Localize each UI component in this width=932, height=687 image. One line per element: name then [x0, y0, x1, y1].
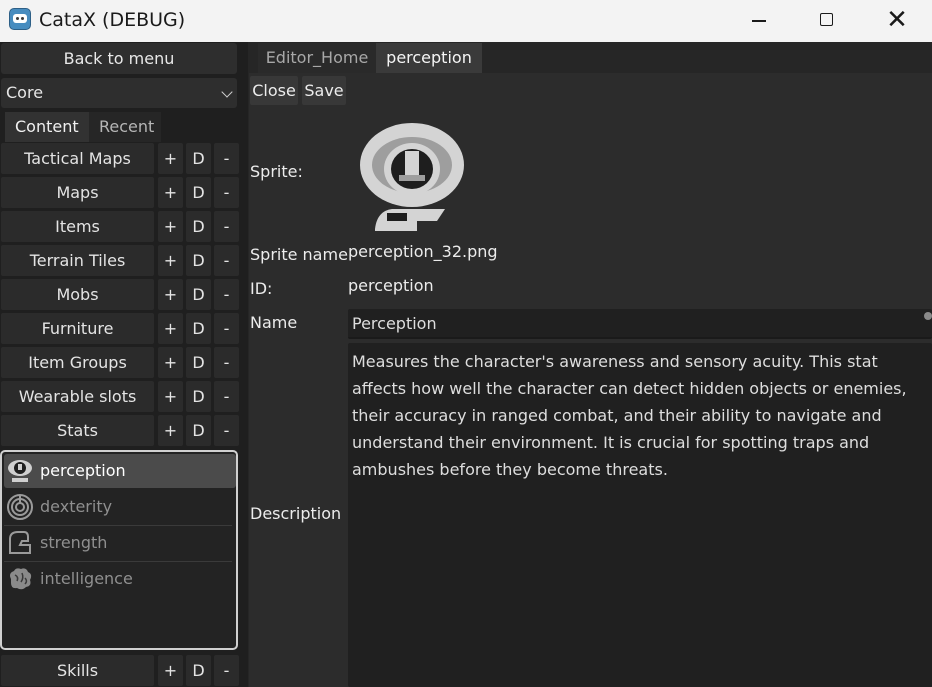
duplicate-button[interactable]: D — [186, 415, 211, 446]
delete-button[interactable]: - — [214, 381, 239, 412]
content-sidebar: Back to menu Core Content Recent Tactica… — [0, 42, 248, 687]
delete-button[interactable]: - — [214, 313, 239, 344]
editor-area: Editor_Home perception Close Save Sprite… — [248, 42, 932, 687]
sprite-name-value[interactable]: perception_32.png — [348, 242, 498, 261]
add-button[interactable]: + — [158, 313, 183, 344]
stats-list: perception dexterity strength intelligen… — [0, 450, 238, 650]
duplicate-button[interactable]: D — [186, 347, 211, 378]
add-button[interactable]: + — [158, 655, 183, 686]
scroll-handle[interactable] — [924, 312, 932, 320]
category-skills[interactable]: Skills — [1, 655, 154, 686]
tab-content[interactable]: Content — [5, 112, 89, 142]
minimize-icon — [752, 20, 766, 22]
description-textarea[interactable]: Measures the character's awareness and s… — [348, 343, 932, 687]
close-icon: ✕ — [886, 5, 908, 35]
arm-icon — [9, 531, 31, 554]
close-window-button[interactable]: ✕ — [862, 0, 932, 42]
category-item-groups[interactable]: Item Groups — [1, 347, 154, 378]
name-input-value: Perception — [352, 314, 437, 333]
list-item-strength[interactable]: strength — [4, 526, 232, 560]
save-button[interactable]: Save — [302, 76, 346, 105]
category-stats[interactable]: Stats — [1, 415, 154, 446]
duplicate-button[interactable]: D — [186, 143, 211, 174]
category-furniture[interactable]: Furniture — [1, 313, 154, 344]
list-item-perception[interactable]: perception — [4, 454, 236, 488]
delete-button[interactable]: - — [214, 415, 239, 446]
name-input[interactable]: Perception — [348, 309, 932, 339]
close-button[interactable]: Close — [250, 76, 298, 105]
duplicate-button[interactable]: D — [186, 245, 211, 276]
category-mobs[interactable]: Mobs — [1, 279, 154, 310]
sprite-name-label: Sprite name — [250, 245, 348, 264]
duplicate-button[interactable]: D — [186, 211, 211, 242]
maximize-icon — [820, 13, 833, 26]
add-button[interactable]: + — [158, 381, 183, 412]
category-terrain-tiles[interactable]: Terrain Tiles — [1, 245, 154, 276]
delete-button[interactable]: - — [214, 279, 239, 310]
duplicate-button[interactable]: D — [186, 279, 211, 310]
delete-button[interactable]: - — [214, 177, 239, 208]
duplicate-button[interactable]: D — [186, 313, 211, 344]
title-bar: CataX (DEBUG) ✕ — [0, 0, 932, 42]
delete-button[interactable]: - — [214, 245, 239, 276]
tab-recent[interactable]: Recent — [89, 112, 161, 142]
list-item-label: intelligence — [40, 569, 133, 588]
maximize-button[interactable] — [792, 0, 862, 42]
stat-editor-panel: Close Save Sprite: Sprite name perceptio… — [249, 73, 932, 687]
window-title: CataX (DEBUG) — [39, 9, 186, 31]
mod-select-value: Core — [6, 83, 44, 102]
godot-app-icon — [9, 8, 31, 30]
add-button[interactable]: + — [158, 415, 183, 446]
sprite-label: Sprite: — [250, 162, 303, 181]
chevron-down-icon — [221, 86, 233, 98]
category-tactical-maps[interactable]: Tactical Maps — [1, 143, 154, 174]
sprite-preview-eye-icon[interactable] — [357, 121, 467, 236]
delete-button[interactable]: - — [214, 347, 239, 378]
eye-icon — [8, 460, 32, 482]
add-button[interactable]: + — [158, 143, 183, 174]
description-label: Description — [250, 504, 342, 523]
delete-button[interactable]: - — [214, 655, 239, 686]
add-button[interactable]: + — [158, 279, 183, 310]
category-items[interactable]: Items — [1, 211, 154, 242]
id-value: perception — [348, 276, 434, 295]
duplicate-button[interactable]: D — [186, 655, 211, 686]
back-to-menu-button[interactable]: Back to menu — [1, 43, 237, 74]
list-item-intelligence[interactable]: intelligence — [4, 562, 232, 596]
list-item-label: dexterity — [40, 497, 113, 516]
duplicate-button[interactable]: D — [186, 177, 211, 208]
list-item-dexterity[interactable]: dexterity — [4, 490, 232, 524]
add-button[interactable]: + — [158, 211, 183, 242]
tab-perception[interactable]: perception — [376, 43, 482, 73]
name-label: Name — [250, 313, 298, 332]
tab-editor-home[interactable]: Editor_Home — [258, 43, 376, 73]
list-item-label: strength — [40, 533, 108, 552]
list-item-label: perception — [40, 461, 126, 480]
add-button[interactable]: + — [158, 245, 183, 276]
add-button[interactable]: + — [158, 347, 183, 378]
category-wearable-slots[interactable]: Wearable slots — [1, 381, 154, 412]
id-label: ID: — [250, 279, 273, 298]
maze-icon — [7, 494, 33, 520]
add-button[interactable]: + — [158, 177, 183, 208]
delete-button[interactable]: - — [214, 211, 239, 242]
brain-icon — [10, 568, 32, 590]
delete-button[interactable]: - — [214, 143, 239, 174]
minimize-button[interactable] — [724, 0, 794, 42]
category-maps[interactable]: Maps — [1, 177, 154, 208]
duplicate-button[interactable]: D — [186, 381, 211, 412]
mod-select[interactable]: Core — [1, 78, 237, 108]
